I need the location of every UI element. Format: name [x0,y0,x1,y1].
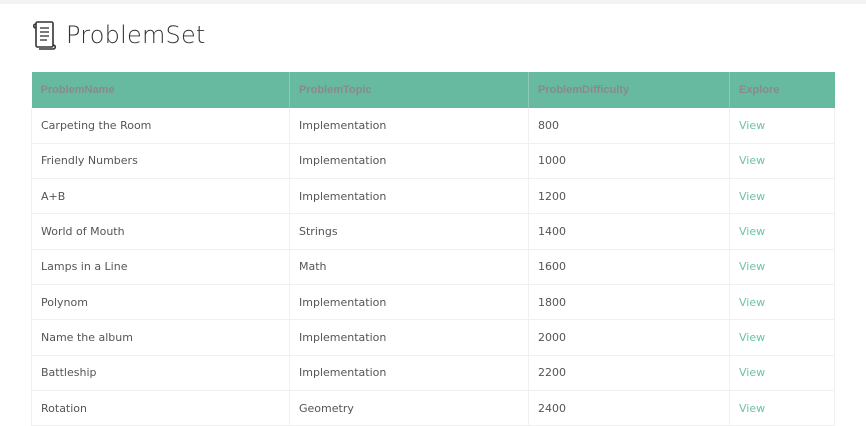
view-link[interactable]: View [739,296,765,309]
problem-topic-cell: Geometry [289,390,529,426]
column-header-difficulty[interactable]: ProblemDifficulty [528,72,730,108]
problems-table-container: ProblemName ProblemTopic ProblemDifficul… [31,72,835,426]
scroll-icon [32,20,58,50]
problem-topic-cell: Implementation [289,355,529,391]
view-link[interactable]: View [739,260,765,273]
view-link[interactable]: View [739,119,765,132]
problem-difficulty-cell: 800 [528,108,730,144]
problems-table: ProblemName ProblemTopic ProblemDifficul… [31,72,835,426]
explore-cell: View [729,213,835,250]
explore-cell: View [729,143,835,179]
problem-difficulty-cell: 1000 [528,143,730,179]
explore-cell: View [729,249,835,285]
problem-difficulty-cell: 1400 [528,213,730,250]
problem-difficulty-cell: 2200 [528,355,730,391]
problem-topic-cell: Strings [289,213,529,250]
problem-topic-cell: Implementation [289,319,529,356]
table-row: Name the album Implementation 2000 View [31,319,835,356]
problem-difficulty-cell: 2400 [528,390,730,426]
explore-cell: View [729,178,835,214]
explore-cell: View [729,319,835,356]
problem-difficulty-cell: 1800 [528,284,730,320]
table-row: A+B Implementation 1200 View [31,178,835,214]
top-strip [0,0,866,4]
page-title: ProblemSet [66,21,206,49]
view-link[interactable]: View [739,154,765,167]
page-header: ProblemSet [32,18,206,52]
problem-name-cell: Battleship [31,355,290,391]
problem-topic-cell: Implementation [289,108,529,144]
problem-name-cell: World of Mouth [31,213,290,250]
column-header-name[interactable]: ProblemName [31,72,290,108]
view-link[interactable]: View [739,366,765,379]
problem-name-cell: Polynom [31,284,290,320]
explore-cell: View [729,355,835,391]
table-row: Carpeting the Room Implementation 800 Vi… [31,108,835,144]
table-header-row: ProblemName ProblemTopic ProblemDifficul… [31,72,835,108]
explore-cell: View [729,390,835,426]
column-header-explore[interactable]: Explore [730,72,835,108]
table-row: Polynom Implementation 1800 View [31,284,835,320]
problem-name-cell: A+B [31,178,290,214]
explore-cell: View [729,108,835,144]
table-row: Lamps in a Line Math 1600 View [31,249,835,285]
problem-name-cell: Name the album [31,319,290,356]
problem-name-cell: Friendly Numbers [31,143,290,179]
problem-topic-cell: Implementation [289,284,529,320]
problem-difficulty-cell: 1200 [528,178,730,214]
problem-name-cell: Carpeting the Room [31,108,290,144]
problem-name-cell: Lamps in a Line [31,249,290,285]
problem-name-cell: Rotation [31,390,290,426]
table-row: World of Mouth Strings 1400 View [31,213,835,250]
problem-topic-cell: Implementation [289,143,529,179]
column-header-topic[interactable]: ProblemTopic [289,72,529,108]
table-body: Carpeting the Room Implementation 800 Vi… [31,108,835,426]
explore-cell: View [729,284,835,320]
problem-topic-cell: Implementation [289,178,529,214]
problem-difficulty-cell: 2000 [528,319,730,356]
table-row: Friendly Numbers Implementation 1000 Vie… [31,143,835,179]
table-header: ProblemName ProblemTopic ProblemDifficul… [31,72,835,108]
table-row: Battleship Implementation 2200 View [31,355,835,391]
view-link[interactable]: View [739,190,765,203]
table-row: Rotation Geometry 2400 View [31,390,835,426]
problem-difficulty-cell: 1600 [528,249,730,285]
view-link[interactable]: View [739,402,765,415]
view-link[interactable]: View [739,225,765,238]
problem-topic-cell: Math [289,249,529,285]
view-link[interactable]: View [739,331,765,344]
